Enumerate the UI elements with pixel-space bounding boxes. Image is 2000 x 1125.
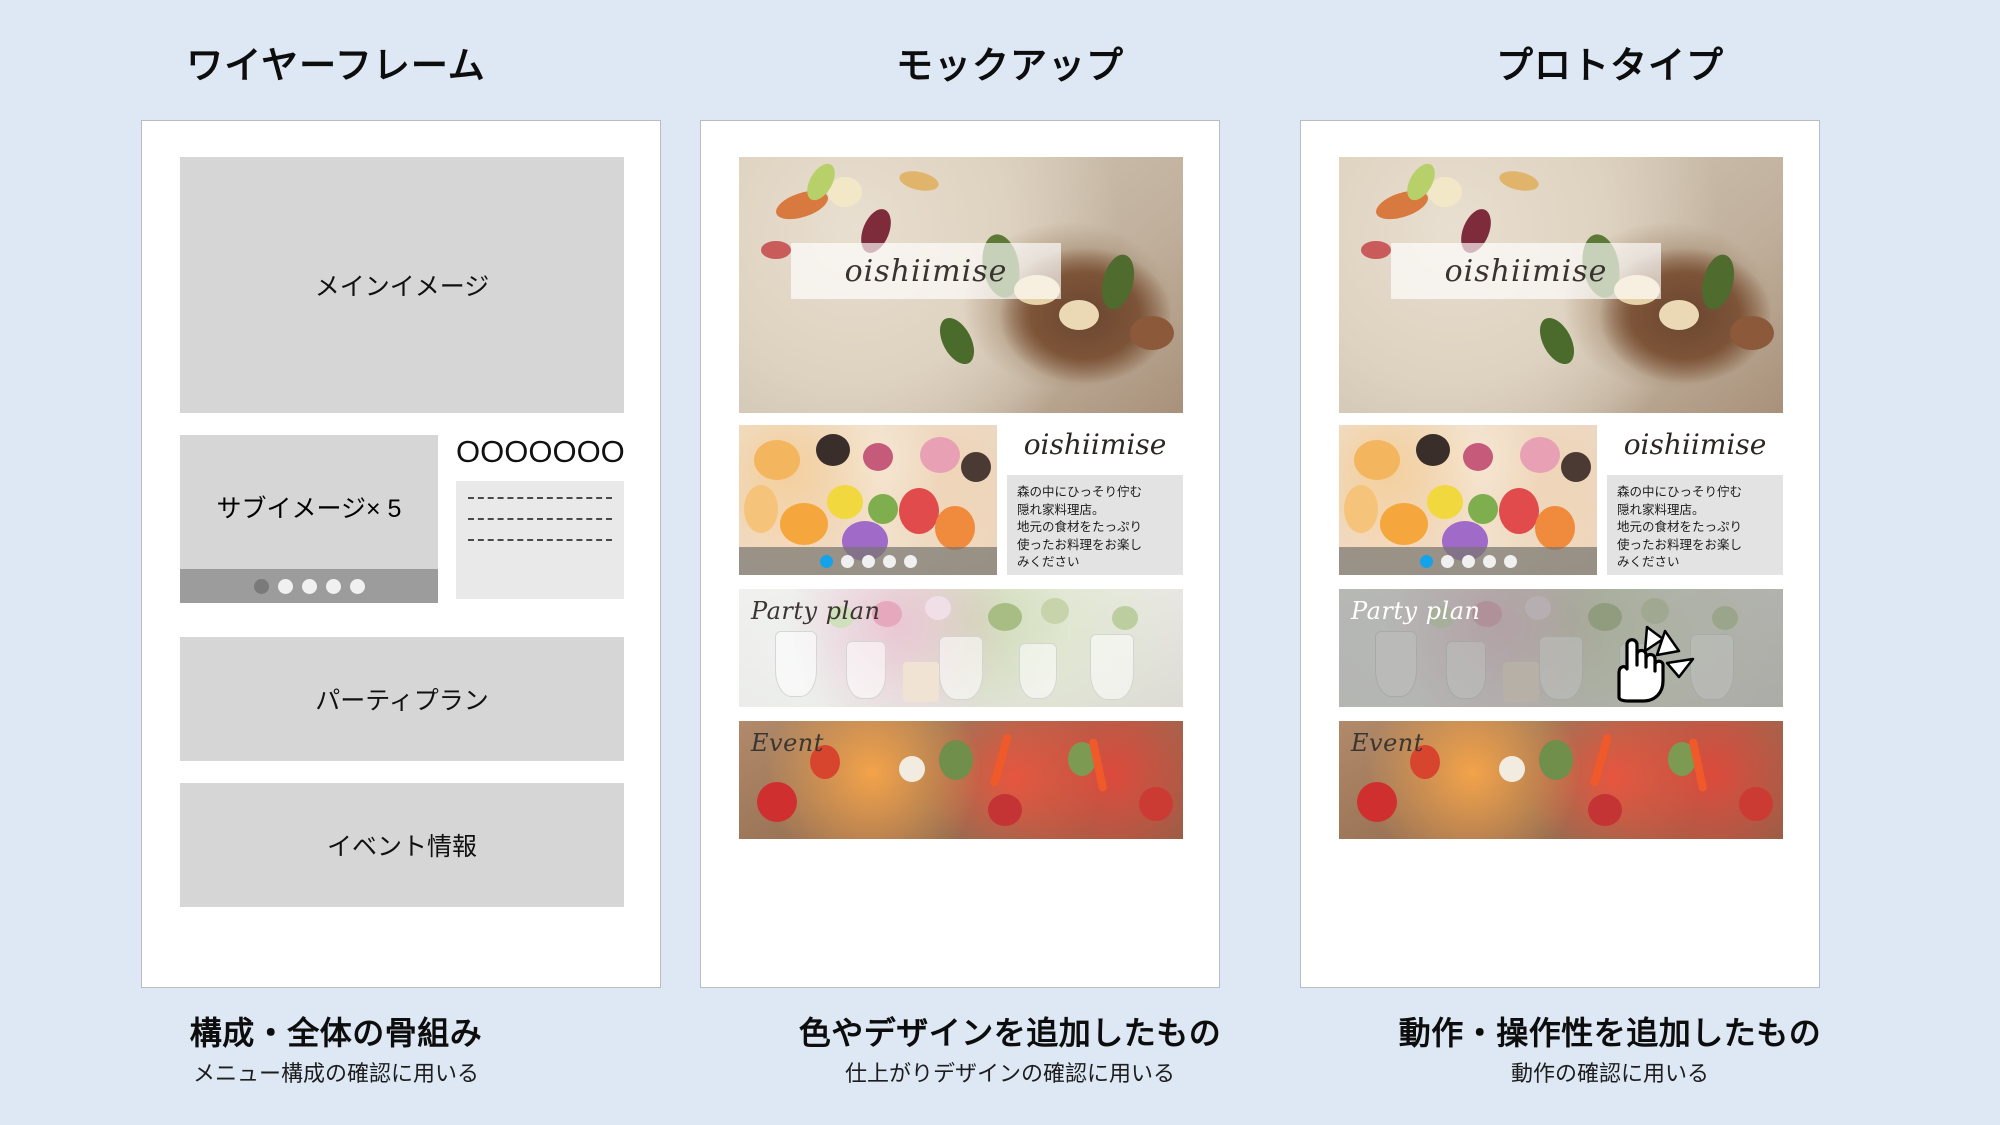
mockup-middle-row: oishiimise 森の中にひっそり佇む 隠れ家料理店。 地元の食材をたっぷり… (739, 425, 1183, 575)
description-line: 地元の食材をたっぷり (1617, 520, 1743, 534)
wireframe-subimage-label: サブイメージ× 5 (216, 495, 402, 523)
carousel-dot[interactable] (1440, 554, 1454, 568)
wireframe-event-block[interactable]: イベント情報 (180, 783, 624, 907)
column-prototype: プロトタイプ oishiimise oishiimise 森の中にひっそり佇む … (1300, 0, 1920, 1125)
mockup-description-box: 森の中にひっそり佇む 隠れ家料理店。 地元の食材をたっぷり 使ったお料理をお楽し… (1007, 475, 1183, 575)
carousel-dot[interactable] (277, 578, 293, 594)
mockup-card: oishiimise oishiimise 森の中にひっそり佇む 隠れ家料理店。… (700, 120, 1220, 988)
description-line: 隠れ家料理店。 (1017, 502, 1105, 517)
mockup-subimage-photo[interactable] (739, 425, 997, 575)
prototype-party-label: Party plan (1351, 597, 1481, 625)
prototype-hero-logo: oishiimise (1444, 253, 1608, 289)
mockup-brand-logo: oishiimise (1023, 428, 1167, 461)
mockup-event-photo[interactable]: Event (739, 721, 1183, 839)
wireframe-text-lines-box (456, 481, 624, 599)
wireframe-party-block[interactable]: パーティプラン (180, 637, 624, 761)
carousel-dot[interactable] (253, 578, 269, 594)
prototype-middle-row: oishiimise 森の中にひっそり佇む 隠れ家料理店。 地元の食材をたっぷり… (1339, 425, 1783, 575)
prototype-subimage-photo[interactable] (1339, 425, 1597, 575)
description-line: 隠れ家料理店。 (1617, 502, 1705, 517)
carousel-dot[interactable] (1419, 554, 1433, 568)
wireframe-text-line (468, 539, 612, 541)
pointing-hand-cursor (1601, 625, 1711, 705)
description-line: 森の中にひっそり佇む (1617, 485, 1743, 499)
carousel-dot[interactable] (882, 554, 896, 568)
carousel-dot[interactable] (903, 554, 917, 568)
wireframe-party-label: パーティプラン (315, 687, 489, 715)
carousel-dot[interactable] (819, 554, 833, 568)
prototype-description-box: 森の中にひっそり佇む 隠れ家料理店。 地元の食材をたっぷり 使ったお料理をお楽し… (1607, 475, 1783, 575)
prototype-event-photo[interactable]: Event (1339, 721, 1783, 839)
wireframe-text-line (468, 518, 612, 520)
wireframe-card-content: メインイメージ サブイメージ× 5 OOOOOOO パーティプラン イベント情報 (180, 157, 625, 957)
carousel-dot[interactable] (861, 554, 875, 568)
slide-canvas: ワイヤーフレーム メインイメージ サブイメージ× 5 OOOOOOO パーティプ… (0, 0, 2000, 1125)
carousel-dot[interactable] (840, 554, 854, 568)
carousel-dot[interactable] (349, 578, 365, 594)
wireframe-hero-label: メインイメージ (314, 273, 490, 301)
caption-sub-wireframe: メニュー構成の確認に用いる (192, 1061, 479, 1086)
prototype-hero-photo[interactable]: oishiimise (1339, 157, 1783, 413)
wireframe-text-line (468, 497, 612, 499)
column-title-prototype: プロトタイプ (1496, 45, 1724, 86)
hand-icon (1617, 638, 1665, 703)
column-mockup: モックアップ oishiimise oishiimise 森の中にひっそり佇む … (700, 0, 1320, 1125)
description-line: 使ったお料理をお楽し (1617, 537, 1743, 552)
carousel-dot[interactable] (1482, 554, 1496, 568)
prototype-hero-logo-band: oishiimise (1391, 243, 1661, 299)
mockup-text-column: oishiimise 森の中にひっそり佇む 隠れ家料理店。 地元の食材をたっぷり… (1007, 425, 1183, 575)
mockup-card-content: oishiimise oishiimise 森の中にひっそり佇む 隠れ家料理店。… (739, 157, 1183, 957)
mockup-hero-logo-band: oishiimise (791, 243, 1061, 299)
wireframe-middle-row: サブイメージ× 5 OOOOOOO (180, 434, 625, 603)
mockup-hero-photo[interactable]: oishiimise (739, 157, 1183, 413)
carousel-dot[interactable] (325, 578, 341, 594)
caption-main-prototype: 動作・操作性を追加したもの (1398, 1015, 1822, 1051)
prototype-party-photo[interactable]: Party plan (1339, 589, 1783, 707)
wireframe-hero-block[interactable]: メインイメージ (180, 157, 624, 413)
prototype-text-column: oishiimise 森の中にひっそり佇む 隠れ家料理店。 地元の食材をたっぷり… (1607, 425, 1783, 575)
wireframe-card: メインイメージ サブイメージ× 5 OOOOOOO パーティプラン イベント情報 (141, 120, 661, 988)
prototype-card: oishiimise oishiimise 森の中にひっそり佇む 隠れ家料理店。… (1300, 120, 1820, 988)
mockup-party-label: Party plan (751, 597, 881, 625)
column-title-wireframe: ワイヤーフレーム (186, 45, 486, 86)
prototype-brand-logo: oishiimise (1623, 428, 1767, 461)
column-wireframe: ワイヤーフレーム メインイメージ サブイメージ× 5 OOOOOOO パーティプ… (26, 0, 661, 1125)
description-line: 地元の食材をたっぷり (1017, 520, 1143, 534)
carousel-dot[interactable] (301, 578, 317, 594)
wireframe-subimage-block[interactable]: サブイメージ× 5 (180, 435, 438, 603)
description-line: 森の中にひっそり佇む (1017, 485, 1143, 499)
mockup-hero-logo: oishiimise (844, 253, 1008, 289)
description-line: みください (1617, 555, 1680, 569)
wireframe-carousel-dots[interactable] (180, 569, 438, 603)
wireframe-text-panel: OOOOOOO (456, 434, 625, 603)
carousel-dot[interactable] (1503, 554, 1517, 568)
column-title-mockup: モックアップ (896, 45, 1124, 86)
mockup-carousel-dots[interactable] (739, 547, 997, 575)
mockup-event-label: Event (751, 729, 824, 757)
wireframe-nav-placeholder: OOOOOOO (456, 434, 625, 469)
prototype-carousel-dots[interactable] (1339, 547, 1597, 575)
caption-sub-mockup: 仕上がりデザインの確認に用いる (844, 1061, 1175, 1086)
prototype-card-content: oishiimise oishiimise 森の中にひっそり佇む 隠れ家料理店。… (1339, 157, 1783, 957)
carousel-dot[interactable] (1461, 554, 1475, 568)
wireframe-event-label: イベント情報 (326, 833, 477, 861)
caption-sub-prototype: 動作の確認に用いる (1510, 1061, 1709, 1086)
mockup-party-photo[interactable]: Party plan (739, 589, 1183, 707)
caption-main-wireframe: 構成・全体の骨組み (189, 1015, 483, 1051)
description-line: 使ったお料理をお楽し (1017, 537, 1143, 552)
prototype-event-label: Event (1351, 729, 1424, 757)
description-line: みください (1017, 555, 1080, 569)
caption-main-mockup: 色やデザインを追加したもの (798, 1015, 1222, 1051)
